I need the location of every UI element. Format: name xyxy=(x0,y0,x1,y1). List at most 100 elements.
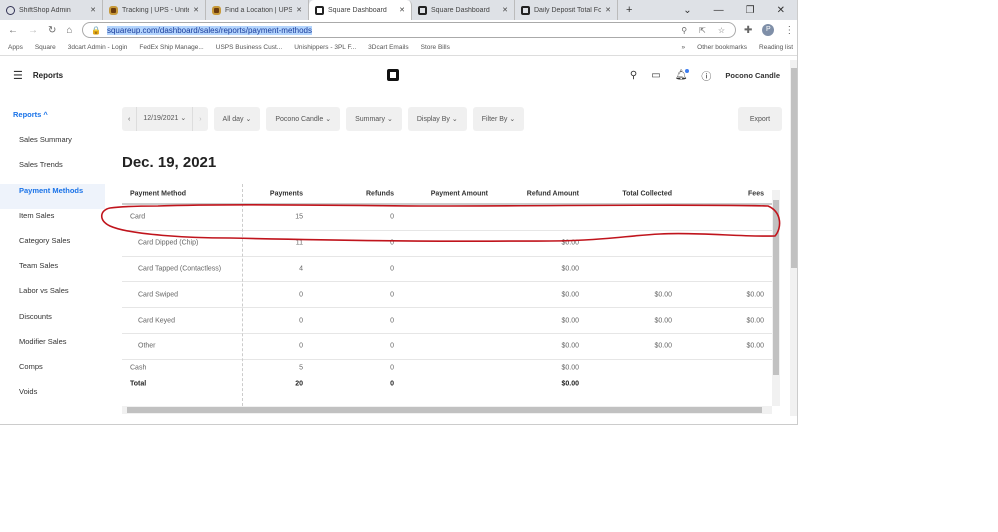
cell-payments: 0 xyxy=(299,291,303,299)
table-vertical-scrollbar[interactable] xyxy=(772,190,780,406)
browser-tab[interactable]: Daily Deposit Total Fo ✕ xyxy=(515,0,618,20)
search-icon[interactable]: ⚲ xyxy=(630,70,637,81)
bookmark-3dcart[interactable]: 3dcart Admin - Login xyxy=(68,44,128,51)
export-button[interactable]: Export xyxy=(738,107,782,131)
bookmark-fedex[interactable]: FedEx Ship Manage... xyxy=(139,44,203,51)
share-icon[interactable]: ⇱ xyxy=(699,26,706,35)
date-select[interactable]: 12/19/2021 ⌄ xyxy=(136,107,194,131)
cell-method: Card Tapped (Contactless) xyxy=(138,265,222,273)
cell-refund-amount: $0.00 xyxy=(561,239,579,247)
bookmark-apps[interactable]: Apps xyxy=(8,44,23,51)
date-picker[interactable]: ‹ 12/19/2021 ⌄ › xyxy=(122,107,208,131)
page-scrollbar[interactable] xyxy=(790,60,797,416)
app-header: ☰ Reports ⚲ ▭ 🔔︎ ⓘ Pocono Candle xyxy=(0,60,790,90)
reload-icon[interactable]: ↻ xyxy=(48,25,56,36)
other-bookmarks[interactable]: Other bookmarks xyxy=(697,44,747,51)
minimize-button[interactable]: — xyxy=(714,5,724,16)
sidebar-item-category-sales[interactable]: Category Sales xyxy=(0,234,105,259)
profile-avatar[interactable]: P xyxy=(762,24,775,36)
sidebar-item-team-sales[interactable]: Team Sales xyxy=(0,259,105,284)
cell-method: Cash xyxy=(130,364,147,372)
table-row: Card 15 0 xyxy=(122,205,772,231)
display-by-dropdown[interactable]: Display By ⌄ xyxy=(407,107,467,131)
location-dropdown[interactable]: Pocono Candle ⌄ xyxy=(266,107,341,131)
bookmark-square[interactable]: Square xyxy=(35,44,56,51)
filter-bar: ‹ 12/19/2021 ⌄ › All day ⌄ Pocono Candle… xyxy=(122,107,525,131)
browser-tab[interactable]: Tracking | UPS - Unite ✕ xyxy=(103,0,206,20)
bookmarks-bar: Apps Square 3dcart Admin - Login FedEx S… xyxy=(0,40,797,56)
time-range-dropdown[interactable]: All day ⌄ xyxy=(213,107,261,131)
bookmark-unishippers[interactable]: Unishippers - 3PL F... xyxy=(294,44,356,51)
address-bar[interactable]: 🔒 squareup.com/dashboard/sales/reports/p… xyxy=(82,22,736,38)
close-icon[interactable]: ✕ xyxy=(90,6,96,14)
cell-refund-amount: $0.00 xyxy=(561,342,579,350)
prev-date-button[interactable]: ‹ xyxy=(122,116,136,123)
home-icon[interactable]: ⌂ xyxy=(66,25,72,36)
next-date-button[interactable]: › xyxy=(193,116,207,123)
notifications-bell-icon[interactable]: 🔔︎ xyxy=(675,69,690,81)
cell-refunds: 0 xyxy=(390,342,394,350)
tab-title: Find a Location | UPS xyxy=(225,6,293,14)
sidebar-item-item-sales[interactable]: Item Sales xyxy=(0,209,105,234)
filter-by-dropdown[interactable]: Filter By ⌄ xyxy=(472,107,525,131)
cell-payments: 4 xyxy=(299,265,303,273)
reading-list[interactable]: Reading list xyxy=(759,44,793,51)
column-header[interactable]: Payments xyxy=(270,191,303,198)
table-horizontal-scrollbar[interactable] xyxy=(122,406,772,414)
tab-search-icon[interactable]: ⌄ xyxy=(683,5,691,16)
cell-refund-amount: $0.00 xyxy=(561,380,579,388)
cell-method: Total xyxy=(130,380,147,388)
close-icon[interactable]: ✕ xyxy=(296,6,302,14)
new-tab-button[interactable]: + xyxy=(618,4,640,16)
cell-fees: $0.00 xyxy=(746,317,764,325)
summary-dropdown[interactable]: Summary ⌄ xyxy=(346,107,402,131)
close-icon[interactable]: ✕ xyxy=(399,6,405,14)
sidebar-item-sales-summary[interactable]: Sales Summary xyxy=(0,133,105,158)
back-icon[interactable]: ← xyxy=(8,25,18,36)
tab-title: Square Dashboard xyxy=(431,6,490,14)
bookmark-store-bills[interactable]: Store Bills xyxy=(421,44,450,51)
browser-tab[interactable]: ShiftShop Admin ✕ xyxy=(0,0,103,20)
messages-icon[interactable]: ▭ xyxy=(651,70,660,81)
star-icon[interactable]: ☆ xyxy=(718,26,725,35)
extensions-icon[interactable]: ✚ xyxy=(744,25,752,36)
close-icon[interactable]: ✕ xyxy=(502,6,508,14)
sidebar-item-comps[interactable]: Comps xyxy=(0,360,105,385)
zoom-icon[interactable]: ⚲ xyxy=(681,26,687,35)
restore-button[interactable]: ❐ xyxy=(746,5,755,16)
bookmark-emails[interactable]: 3Dcart Emails xyxy=(368,44,408,51)
account-name[interactable]: Pocono Candle xyxy=(725,71,780,80)
column-header[interactable]: Refunds xyxy=(366,191,394,198)
hamburger-menu-icon[interactable]: ☰ xyxy=(13,69,23,82)
sidebar-section-reports[interactable]: Reports ^ xyxy=(0,108,105,133)
column-header[interactable]: Refund Amount xyxy=(527,191,579,198)
sidebar-item-payment-methods[interactable]: Payment Methods xyxy=(0,183,105,209)
sidebar-item-modifier-sales[interactable]: Modifier Sales xyxy=(0,335,105,360)
browser-tab[interactable]: Square Dashboard ✕ xyxy=(412,0,515,20)
menu-icon[interactable]: ⋮ xyxy=(784,25,794,36)
cell-payments: 0 xyxy=(299,342,303,350)
sidebar-item-discounts[interactable]: Discounts xyxy=(0,310,105,335)
sidebar-item-labor-vs-sales[interactable]: Labor vs Sales xyxy=(0,284,105,309)
close-window-button[interactable]: ✕ xyxy=(777,5,785,16)
column-header[interactable]: Payment Method xyxy=(130,191,186,198)
browser-tab-active[interactable]: Square Dashboard ✕ xyxy=(309,0,412,20)
cell-method: Card Dipped (Chip) xyxy=(138,239,199,247)
sidebar-item-sales-trends[interactable]: Sales Trends xyxy=(0,158,105,183)
more-bookmarks[interactable]: » xyxy=(682,44,686,51)
table-row: Cash 5 0 $0.00 xyxy=(122,360,772,376)
help-icon[interactable]: ⓘ xyxy=(701,68,711,83)
column-header[interactable]: Payment Amount xyxy=(431,191,488,198)
square-logo-icon[interactable] xyxy=(387,69,399,81)
close-icon[interactable]: ✕ xyxy=(605,6,611,14)
column-header[interactable]: Total Collected xyxy=(622,191,672,198)
browser-tab[interactable]: Find a Location | UPS ✕ xyxy=(206,0,309,20)
close-icon[interactable]: ✕ xyxy=(193,6,199,14)
forward-icon[interactable]: → xyxy=(28,25,38,36)
sidebar: Reports ^ Sales Summary Sales Trends Pay… xyxy=(0,108,105,410)
url-text[interactable]: squareup.com/dashboard/sales/reports/pay… xyxy=(106,25,312,35)
bookmark-usps[interactable]: USPS Business Cust... xyxy=(216,44,282,51)
sidebar-item-voids[interactable]: Voids xyxy=(0,385,105,410)
square-icon xyxy=(315,5,324,15)
column-header[interactable]: Fees xyxy=(748,191,764,198)
